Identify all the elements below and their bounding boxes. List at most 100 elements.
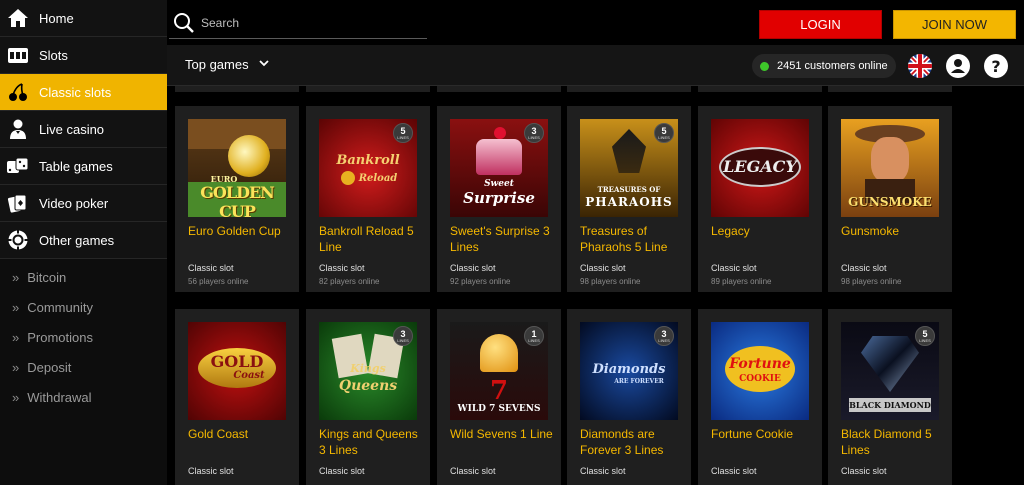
- game-card[interactable]: Bankroll Reload 5 LINES Bankroll Reload 5…: [306, 106, 430, 292]
- game-category: Classic slot: [188, 466, 234, 476]
- game-card[interactable]: LEGACY Legacy Classic slot 89 players on…: [698, 106, 822, 292]
- game-thumbnail[interactable]: Fortune COOKIE: [711, 322, 809, 420]
- game-category: Classic slot: [319, 466, 365, 476]
- game-title[interactable]: Fortune Cookie: [711, 426, 815, 442]
- thumb-text: Queens: [338, 378, 398, 394]
- svg-text:?: ?: [991, 57, 1000, 76]
- sidebar-link-deposit[interactable]: » Deposit: [0, 352, 167, 382]
- game-thumbnail[interactable]: TREASURES OF PHARAOHS 5 LINES: [580, 119, 678, 217]
- login-button[interactable]: LOGIN: [759, 10, 882, 39]
- game-title[interactable]: Wild Sevens 1 Line: [450, 426, 554, 442]
- sidebar-item-table-games[interactable]: Table games: [0, 148, 167, 185]
- game-title[interactable]: Diamonds are Forever 3 Lines: [580, 426, 684, 458]
- chevron-right-icon: »: [12, 329, 20, 345]
- slot-machine-icon: [6, 43, 30, 67]
- search-input[interactable]: Search: [169, 8, 427, 39]
- home-icon: [6, 6, 30, 30]
- game-card[interactable]: Diamonds ARE FOREVER 3 LINES Diamonds are…: [567, 309, 691, 485]
- lines-badge: 1 LINES: [524, 326, 544, 346]
- game-thumbnail[interactable]: GUNSMOKE: [841, 119, 939, 217]
- dropdown-label: Top games: [185, 57, 249, 72]
- game-thumbnail[interactable]: Kings Queens 3 LINES: [319, 322, 417, 420]
- thumb-text: Surprise: [463, 189, 535, 207]
- join-now-button[interactable]: JOIN NOW: [893, 10, 1016, 39]
- lines-badge: 5 LINES: [915, 326, 935, 346]
- game-card[interactable]: BLACK DIAMOND 5 LINES Black Diamond 5 Lin…: [828, 309, 952, 485]
- game-card[interactable]: Fortune COOKIE Fortune Cookie Classic sl…: [698, 309, 822, 485]
- account-icon[interactable]: [945, 53, 971, 79]
- game-category: Classic slot: [711, 466, 757, 476]
- chip-icon: [6, 228, 30, 252]
- lines-badge: 5 LINES: [654, 123, 674, 143]
- lines-badge: 5 LINES: [393, 123, 413, 143]
- game-players-online: 98 players online: [841, 277, 902, 286]
- game-card[interactable]: Sweet Surprise 3 LINES Sweet's Surprise 3…: [437, 106, 561, 292]
- game-title[interactable]: Legacy: [711, 223, 815, 239]
- sidebar-item-classic-slots[interactable]: Classic slots: [0, 74, 167, 111]
- game-thumbnail[interactable]: Sweet Surprise 3 LINES: [450, 119, 548, 217]
- sidebar-item-label: Slots: [39, 47, 68, 63]
- game-category: Classic slot: [841, 263, 887, 273]
- thumb-text: PHARAOHS: [585, 195, 673, 209]
- dice-icon: [6, 154, 30, 178]
- sidebar-link-bitcoin[interactable]: » Bitcoin: [0, 262, 167, 292]
- game-category: Classic slot: [450, 263, 496, 273]
- sidebar-link-community[interactable]: » Community: [0, 292, 167, 322]
- game-category: Classic slot: [711, 263, 757, 273]
- thumb-text: COOKIE: [739, 374, 781, 384]
- game-card[interactable]: EURO GOLDEN CUP Euro Golden Cup Classic …: [175, 106, 299, 292]
- thumb-text: TREASURES OF: [597, 185, 661, 194]
- uk-flag-icon[interactable]: [907, 53, 933, 79]
- sidebar-link-promotions[interactable]: » Promotions: [0, 322, 167, 352]
- thumb-text: Sweet: [484, 179, 514, 189]
- chevron-right-icon: »: [12, 269, 20, 285]
- online-counter: 2451 customers online: [752, 54, 896, 78]
- top-bar: Search LOGIN JOIN NOW: [167, 0, 1024, 45]
- game-title[interactable]: Bankroll Reload 5 Line: [319, 223, 423, 255]
- thumb-text: GOLDEN CUP: [200, 183, 275, 217]
- dealer-icon: [6, 117, 30, 141]
- sidebar-link-withdrawal[interactable]: » Withdrawal: [0, 382, 167, 412]
- top-games-dropdown[interactable]: Top games: [185, 57, 269, 72]
- sidebar-link-label: Deposit: [27, 359, 72, 375]
- game-card[interactable]: 7 WILD 7 SEVENS 1 LINES Wild Sevens 1 Lin…: [437, 309, 561, 485]
- sidebar-item-other-games[interactable]: Other games: [0, 222, 167, 259]
- sidebar-item-video-poker[interactable]: Video poker: [0, 185, 167, 222]
- sidebar-item-label: Table games: [39, 158, 113, 174]
- game-thumbnail[interactable]: Bankroll Reload 5 LINES: [319, 119, 417, 217]
- game-card[interactable]: TREASURES OF PHARAOHS 5 LINES Treasures o…: [567, 106, 691, 292]
- game-players-online: 82 players online: [319, 277, 380, 286]
- online-count-text: 2451 customers online: [777, 60, 888, 72]
- game-thumbnail[interactable]: BLACK DIAMOND 5 LINES: [841, 322, 939, 420]
- thumb-text: Diamonds: [592, 362, 666, 377]
- sidebar-item-home[interactable]: Home: [0, 0, 167, 37]
- sidebar-item-label: Video poker: [39, 195, 109, 211]
- search-placeholder: Search: [201, 16, 240, 30]
- help-icon[interactable]: ?: [983, 53, 1009, 79]
- thumb-text: ARE FOREVER: [614, 378, 664, 385]
- game-title[interactable]: Kings and Queens 3 Lines: [319, 426, 423, 458]
- game-category: Classic slot: [188, 263, 234, 273]
- game-card[interactable]: Kings Queens 3 LINES Kings and Queens 3 L…: [306, 309, 430, 485]
- game-card[interactable]: GOLD Coast Gold Coast Classic slot: [175, 309, 299, 485]
- games-grid: EURO GOLDEN CUP Euro Golden Cup Classic …: [167, 86, 955, 485]
- chevron-right-icon: »: [12, 299, 20, 315]
- game-title[interactable]: Treasures of Pharaohs 5 Line: [580, 223, 684, 255]
- game-title[interactable]: Sweet's Surprise 3 Lines: [450, 223, 554, 255]
- sidebar-item-slots[interactable]: Slots: [0, 37, 167, 74]
- game-thumbnail[interactable]: GOLD Coast: [188, 322, 286, 420]
- game-title[interactable]: Gunsmoke: [841, 223, 945, 239]
- game-thumbnail[interactable]: 7 WILD 7 SEVENS 1 LINES: [450, 322, 548, 420]
- game-card[interactable]: GUNSMOKE Gunsmoke Classic slot 98 player…: [828, 106, 952, 292]
- game-title[interactable]: Gold Coast: [188, 426, 292, 442]
- game-title[interactable]: Black Diamond 5 Lines: [841, 426, 945, 458]
- game-thumbnail[interactable]: Diamonds ARE FOREVER 3 LINES: [580, 322, 678, 420]
- search-icon: [174, 13, 194, 33]
- filter-bar: Top games 2451 customers online ?: [167, 45, 1024, 86]
- sidebar-item-live-casino[interactable]: Live casino: [0, 111, 167, 148]
- game-thumbnail[interactable]: LEGACY: [711, 119, 809, 217]
- game-thumbnail[interactable]: EURO GOLDEN CUP: [188, 119, 286, 217]
- lines-badge: 3 LINES: [654, 326, 674, 346]
- thumb-text: Fortune: [729, 356, 791, 372]
- game-title[interactable]: Euro Golden Cup: [188, 223, 292, 239]
